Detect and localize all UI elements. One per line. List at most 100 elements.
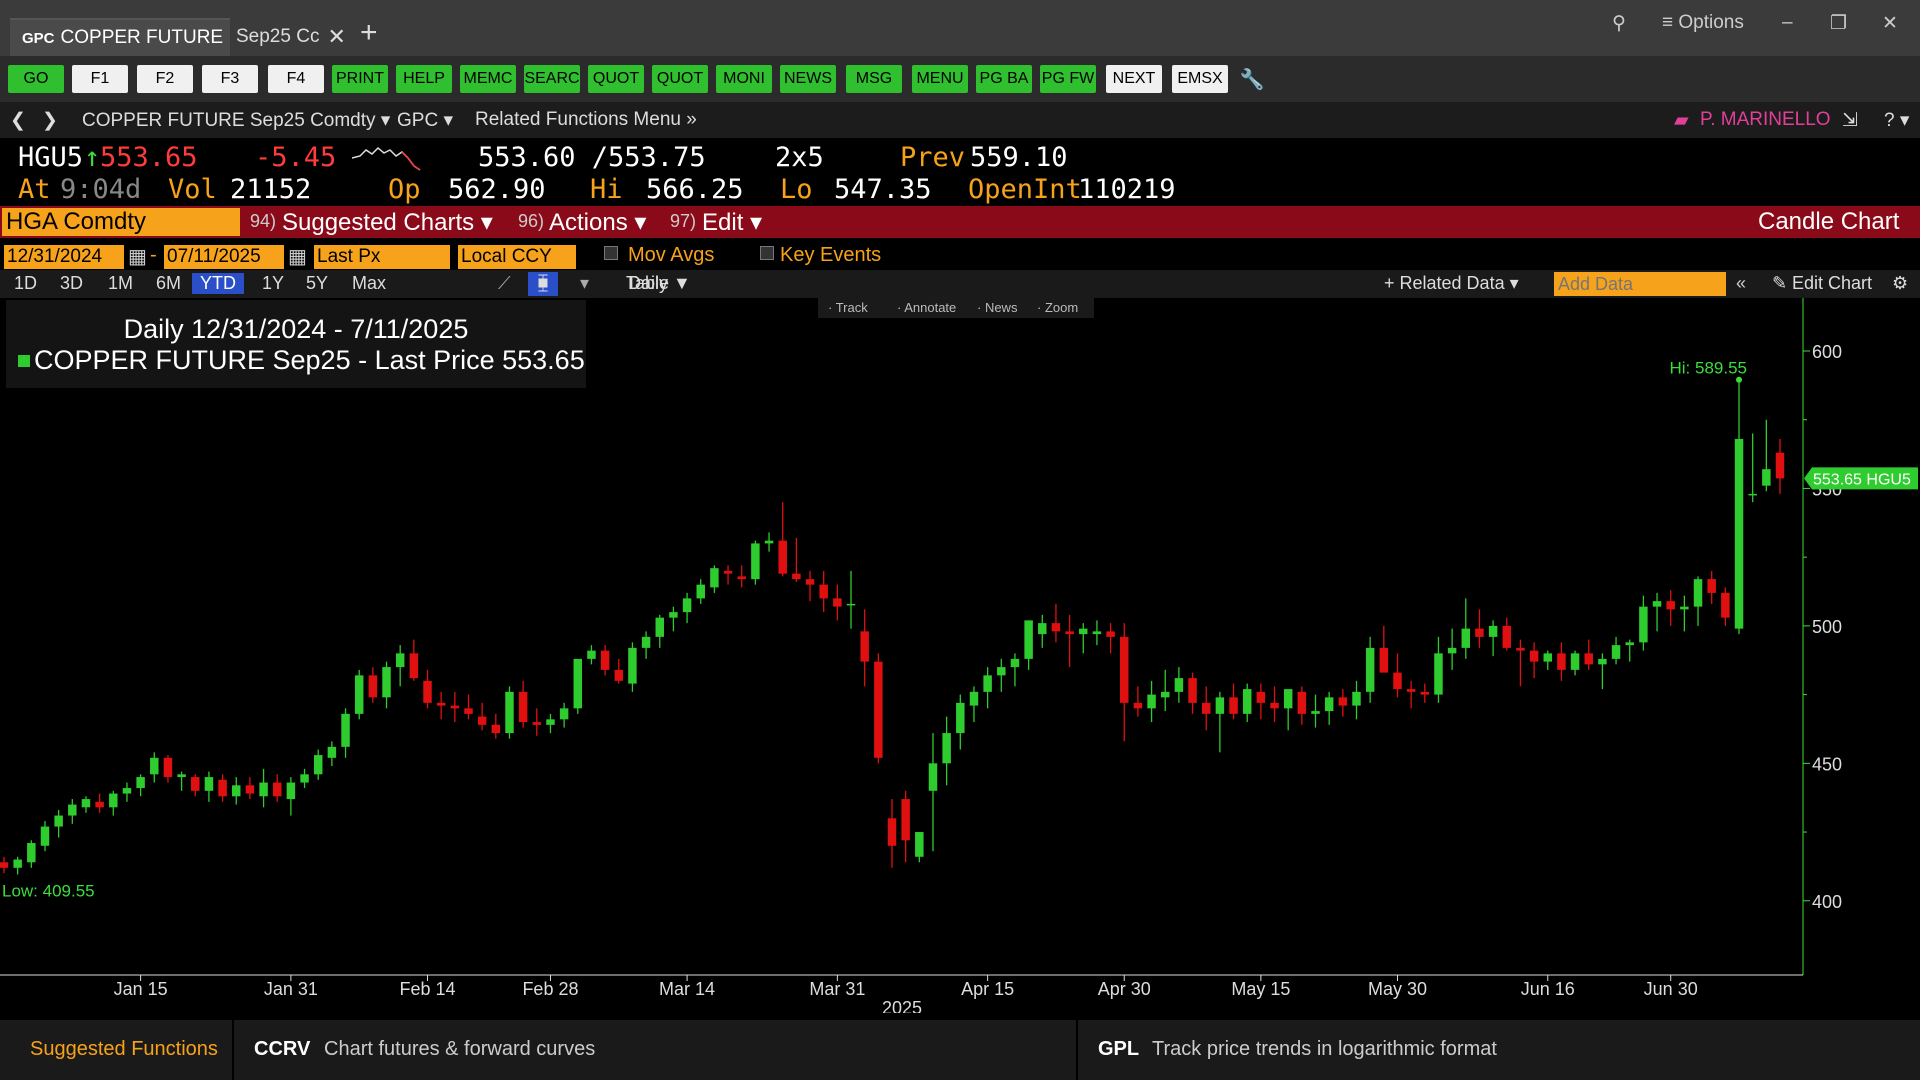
calendar-icon[interactable]: ▦ — [288, 244, 307, 269]
ticker-input[interactable]: HGA Comdty — [2, 208, 240, 236]
function-description[interactable]: Track price trends in logarithmic format — [1152, 1038, 1497, 1061]
table-button[interactable]: Table — [626, 273, 669, 294]
candle-body — [0, 862, 9, 868]
tool-news[interactable]: · News — [977, 300, 1018, 315]
period-3d[interactable]: 3D — [60, 273, 83, 294]
candle-body — [1775, 452, 1785, 479]
gear-icon[interactable]: ⚙ — [1892, 273, 1908, 294]
mov-avgs-checkbox[interactable] — [604, 246, 618, 260]
candle-body — [1516, 647, 1525, 651]
candle-body — [272, 782, 282, 797]
candle-body — [368, 675, 378, 698]
tab-security[interactable]: Sep25 Cc ✕ — [232, 18, 352, 56]
tab-gpc[interactable]: GPC COPPER FUTURE — [10, 18, 230, 56]
tool-zoom[interactable]: · Zoom — [1037, 300, 1078, 315]
candle-body — [751, 543, 760, 580]
period-1m[interactable]: 1M — [108, 273, 133, 294]
function-key-emsx[interactable]: EMSX — [1172, 65, 1228, 93]
calendar-icon[interactable]: ▦ — [128, 244, 147, 269]
collapse-icon[interactable]: « — [1736, 273, 1746, 294]
function-key-memc[interactable]: MEMC — [460, 65, 516, 93]
period-1y[interactable]: 1Y — [262, 273, 284, 294]
chevron-down-icon[interactable]: ▾ — [580, 273, 589, 294]
candle-chart[interactable]: · Track · Annotate · News · Zoom Daily 12/3… — [0, 298, 1920, 1013]
candle-body — [1557, 653, 1566, 670]
end-date-field[interactable]: 07/11/2025 — [164, 245, 284, 269]
options-menu[interactable]: ≡ Options — [1662, 12, 1744, 34]
period-ytd[interactable]: YTD — [192, 273, 244, 294]
period-1d[interactable]: 1D — [14, 273, 37, 294]
x-tick-label: May 30 — [1368, 979, 1427, 999]
function-key-f3[interactable]: F3 — [202, 65, 258, 93]
search-icon[interactable]: ⚲ — [1612, 12, 1626, 35]
function-key-go[interactable]: GO — [8, 65, 64, 93]
function-code[interactable]: GPL — [1098, 1038, 1139, 1061]
candle-body — [1625, 642, 1634, 646]
add-data-input[interactable] — [1554, 272, 1726, 296]
user-name[interactable]: P. MARINELLO — [1700, 109, 1831, 131]
forward-icon[interactable]: ❯ — [42, 109, 58, 132]
related-functions-menu[interactable]: Related Functions Menu » — [475, 109, 697, 131]
candle-body — [1338, 697, 1348, 706]
function-key-quot[interactable]: QUOT — [652, 65, 708, 93]
function-key-moni[interactable]: MONI — [716, 65, 772, 93]
candle-body — [1297, 691, 1307, 714]
minimize-icon[interactable]: – — [1782, 12, 1793, 34]
candle-chart-icon[interactable]: ⧯ — [528, 272, 558, 296]
function-key-searc[interactable]: SEARC — [524, 65, 580, 93]
function-key-print[interactable]: PRINT — [332, 65, 388, 93]
candle-body — [1147, 694, 1156, 709]
function-key-msg[interactable]: MSG — [846, 65, 902, 93]
candle-body — [710, 568, 719, 588]
function-key-pg-ba[interactable]: PG BA — [976, 65, 1032, 93]
candle-body — [1024, 620, 1033, 659]
edit-chart-button[interactable]: Edit Chart — [1792, 273, 1872, 294]
function-key-quot[interactable]: QUOT — [588, 65, 644, 93]
back-icon[interactable]: ❮ — [10, 109, 26, 132]
candle-body — [1543, 653, 1552, 662]
function-key-news[interactable]: NEWS — [780, 65, 836, 93]
security-selector[interactable]: COPPER FUTURE Sep25 Comdty ▾ — [82, 109, 390, 132]
function-key-menu[interactable]: MENU — [912, 65, 968, 93]
period-max[interactable]: Max — [352, 273, 386, 294]
field-selector[interactable]: Last Px — [314, 245, 450, 269]
function-key-f2[interactable]: F2 — [137, 65, 193, 93]
window-close-icon[interactable]: ✕ — [1882, 12, 1898, 35]
bid-ask: 553.60 /553.75 — [478, 142, 706, 173]
tool-annotate[interactable]: · Annotate — [897, 300, 956, 315]
function-key-row: GO F1 F2 F3 F4 PRINT HELP MEMC SEARC QUOT QUOT MONI… — [0, 56, 1920, 102]
currency-selector[interactable]: Local CCY — [458, 245, 576, 269]
edit-menu[interactable]: Edit ▾ — [702, 208, 762, 237]
tool-track[interactable]: · Track — [828, 300, 868, 315]
candle-body — [518, 691, 528, 723]
function-key-pg-fw[interactable]: PG FW — [1040, 65, 1096, 93]
restore-icon[interactable]: ❐ — [1830, 12, 1847, 35]
x-tick-label: Jan 15 — [114, 979, 168, 999]
function-key-help[interactable]: HELP — [396, 65, 452, 93]
function-selector[interactable]: GPC ▾ — [397, 109, 453, 132]
suggested-charts-menu[interactable]: Suggested Charts ▾ — [282, 208, 493, 237]
help-menu[interactable]: ? ▾ — [1884, 109, 1909, 132]
function-description[interactable]: Chart futures & forward curves — [324, 1038, 595, 1061]
chart-title: Daily 12/31/2024 - 7/11/2025 — [124, 314, 469, 344]
candle-body — [1434, 653, 1443, 695]
key-events-checkbox[interactable] — [760, 246, 774, 260]
period-5y[interactable]: 5Y — [306, 273, 328, 294]
settings-bar: 12/31/2024 ▦ - 07/11/2025 ▦ Last Px Loca… — [0, 242, 1920, 270]
x-tick-label: Mar 14 — [659, 979, 715, 999]
close-icon[interactable]: ✕ — [327, 24, 345, 50]
chart-area[interactable]: · Track · Annotate · News · Zoom Daily 12/3… — [0, 298, 1920, 1013]
candle-body — [860, 631, 869, 662]
wrench-icon[interactable]: 🔧 — [1240, 65, 1264, 93]
function-key-f4[interactable]: F4 — [268, 65, 324, 93]
actions-menu[interactable]: Actions ▾ — [549, 208, 646, 237]
function-key-next[interactable]: NEXT — [1106, 65, 1162, 93]
start-date-field[interactable]: 12/31/2024 — [4, 245, 124, 269]
period-6m[interactable]: 6M — [156, 273, 181, 294]
related-data-menu[interactable]: + Related Data ▾ — [1384, 273, 1519, 294]
function-code[interactable]: CCRV — [254, 1038, 310, 1061]
line-chart-icon[interactable]: ⟋ — [498, 273, 511, 294]
share-icon[interactable]: ⇲ — [1842, 109, 1858, 132]
new-tab-button[interactable]: + — [360, 16, 378, 50]
function-key-f1[interactable]: F1 — [72, 65, 128, 93]
